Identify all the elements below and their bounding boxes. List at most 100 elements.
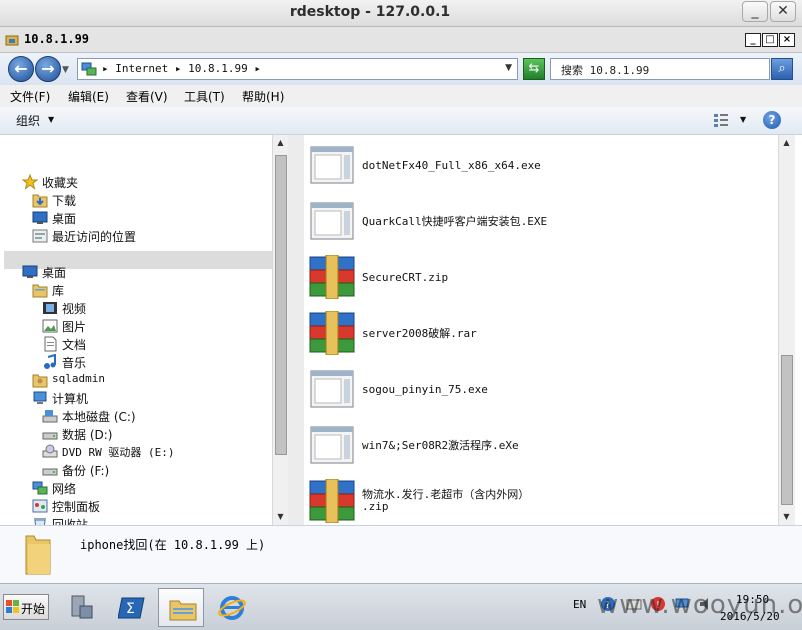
file-item[interactable]: dotNetFx40_Full_x86_x64.exe: [304, 139, 774, 191]
navigation-pane: 收藏夹 下载 桌面 最近访问的位置 桌面库视频 图片 文档 音乐 sqladmin 计算机 本地磁盘…: [0, 135, 272, 525]
start-label: 开始: [21, 602, 46, 616]
executable-icon: [310, 370, 354, 408]
winrar-archive-icon: [309, 311, 355, 355]
back-button[interactable]: ←: [8, 56, 34, 82]
recent-pages-chevron-down-icon[interactable]: ▼: [62, 65, 69, 75]
explorer-caption-bar: 10.8.1.99 _ □ ×: [0, 27, 802, 53]
taskbar-explorer[interactable]: [158, 588, 204, 627]
rdesktop-minimize-button[interactable]: _: [742, 1, 768, 22]
menu-file[interactable]: 文件(F): [10, 88, 50, 105]
file-list-scrollbar[interactable]: ▲ ▼: [778, 135, 795, 525]
view-options-chevron-down-icon[interactable]: ▼: [740, 115, 746, 124]
nav-item-label: 下载: [52, 194, 77, 208]
organize-chevron-down-icon[interactable]: ▼: [48, 115, 54, 124]
navigation-scrollbar[interactable]: ▲ ▼: [272, 135, 288, 525]
scroll-up-arrow-icon[interactable]: ▲: [273, 135, 288, 151]
nav-item-label: 桌面: [42, 266, 67, 280]
executable-icon: [310, 146, 354, 184]
pane-splitter[interactable]: [288, 135, 304, 525]
nav-item-label: 音乐: [62, 356, 87, 370]
library-folder-icon: [32, 284, 48, 298]
forward-button[interactable]: →: [35, 56, 61, 82]
file-name: dotNetFx40_Full_x86_x64.exe: [362, 159, 541, 172]
watermark: www.wooyun.org: [597, 590, 802, 620]
menu-tools[interactable]: 工具(T): [184, 88, 225, 105]
nav-item-label: 本地磁盘 (C:): [62, 410, 136, 424]
winrar-archive-icon: [309, 479, 355, 523]
drive-icon: [42, 432, 58, 440]
window-close-button[interactable]: ×: [779, 33, 795, 47]
file-item[interactable]: win7&;Ser08R2激活程序.eXe: [304, 419, 774, 471]
search-icon[interactable]: ⌕: [771, 58, 793, 80]
taskbar-server-manager[interactable]: [58, 588, 104, 627]
taskbar: 开始 Σ EN ? ! 19:50 2016/5/20 www.wooyun.o: [0, 583, 802, 630]
taskbar-powershell[interactable]: Σ: [108, 588, 154, 627]
menu-edit[interactable]: 编辑(E): [68, 88, 109, 105]
scrollbar-thumb[interactable]: [781, 355, 793, 505]
rdesktop-close-button[interactable]: ✕: [770, 1, 796, 22]
nav-item-label: 数据 (D:): [62, 428, 113, 442]
scrollbar-thumb[interactable]: [275, 155, 287, 455]
nav-item-label: 网络: [52, 482, 77, 496]
rdesktop-title-bar: rdesktop - 127.0.0.1 _ ✕: [0, 0, 802, 27]
file-item[interactable]: 物流水.发行.老超市（含内外网） .zip: [304, 475, 774, 525]
address-bar[interactable]: ▸ Internet ▸ 10.8.1.99 ▸ ▼: [77, 58, 518, 80]
explorer-folder-icon: [169, 600, 197, 621]
file-item[interactable]: SecureCRT.zip: [304, 251, 774, 303]
start-button[interactable]: 开始: [3, 594, 49, 620]
address-path: ▸ Internet ▸ 10.8.1.99 ▸: [102, 62, 261, 75]
network-folder-icon: [5, 35, 19, 46]
network-icon: [81, 62, 97, 76]
address-toolbar: ← → ▼ ▸ Internet ▸ 10.8.1.99 ▸ ▼ ⇆ 搜索 10…: [0, 53, 802, 85]
taskbar-internet-explorer[interactable]: [208, 588, 254, 627]
nav-item-label: sqladmin: [52, 372, 105, 385]
nav-item-label: 收藏夹: [42, 176, 79, 190]
file-list: dotNetFx40_Full_x86_x64.exe QuarkCall快捷呼客…: [304, 135, 778, 525]
music-library-icon: [44, 354, 56, 369]
command-bar: 组织 ▼ ▼ ?: [0, 107, 802, 135]
organize-button[interactable]: 组织: [16, 112, 40, 129]
nav-item-label: 回收站: [52, 518, 89, 525]
nav-item-label: 库: [52, 284, 65, 298]
nav-item-label: 图片: [62, 320, 87, 334]
powershell-icon: Σ: [118, 597, 145, 619]
file-item[interactable]: QuarkCall快捷呼客户端安装包.EXE: [304, 195, 774, 247]
file-item[interactable]: server2008破解.rar: [304, 307, 774, 359]
scroll-down-arrow-icon[interactable]: ▼: [779, 509, 794, 525]
nav-item-label: 视频: [62, 302, 87, 316]
scroll-up-arrow-icon[interactable]: ▲: [779, 135, 794, 151]
nav-item-label: 控制面板: [52, 500, 101, 514]
star-icon: [22, 174, 38, 190]
winrar-archive-icon: [309, 255, 355, 299]
explorer-caption-title: 10.8.1.99: [24, 32, 90, 46]
file-item[interactable]: sogou_pinyin_75.exe: [304, 363, 774, 415]
change-view-icon[interactable]: [713, 113, 729, 127]
file-name: win7&;Ser08R2激活程序.eXe: [362, 439, 519, 452]
file-name: server2008破解.rar: [362, 327, 477, 340]
control-panel-icon: [32, 499, 48, 513]
computer-icon: [33, 391, 47, 404]
menu-view[interactable]: 查看(V): [126, 88, 168, 105]
desktop-icon: [22, 265, 38, 278]
search-input[interactable]: 搜索 10.8.1.99: [550, 58, 770, 80]
scroll-down-arrow-icon[interactable]: ▼: [273, 509, 288, 525]
help-icon[interactable]: ?: [763, 111, 781, 129]
nav-item-label: 桌面: [52, 212, 77, 226]
file-name: 物流水.发行.老超市（含内外网） .zip: [362, 488, 530, 513]
documents-library-icon: [44, 336, 57, 352]
details-title: iphone找回(在 10.8.1.99 上): [80, 538, 266, 552]
window-minimize-button[interactable]: _: [745, 33, 761, 47]
address-history-chevron-down-icon[interactable]: ▼: [505, 63, 512, 73]
recent-places-icon: [32, 229, 48, 243]
refresh-button[interactable]: ⇆: [523, 58, 545, 80]
pictures-library-icon: [42, 319, 58, 333]
window-maximize-button[interactable]: □: [762, 33, 778, 47]
nav-item-label: 文档: [62, 338, 87, 352]
svg-text:Σ: Σ: [126, 601, 135, 617]
menu-help[interactable]: 帮助(H): [242, 88, 284, 105]
nav-item-label: 最近访问的位置: [52, 230, 137, 244]
video-library-icon: [43, 302, 57, 314]
windows-logo-icon: [6, 600, 19, 613]
folder-icon: [25, 535, 51, 575]
input-language-indicator[interactable]: EN: [573, 598, 586, 611]
